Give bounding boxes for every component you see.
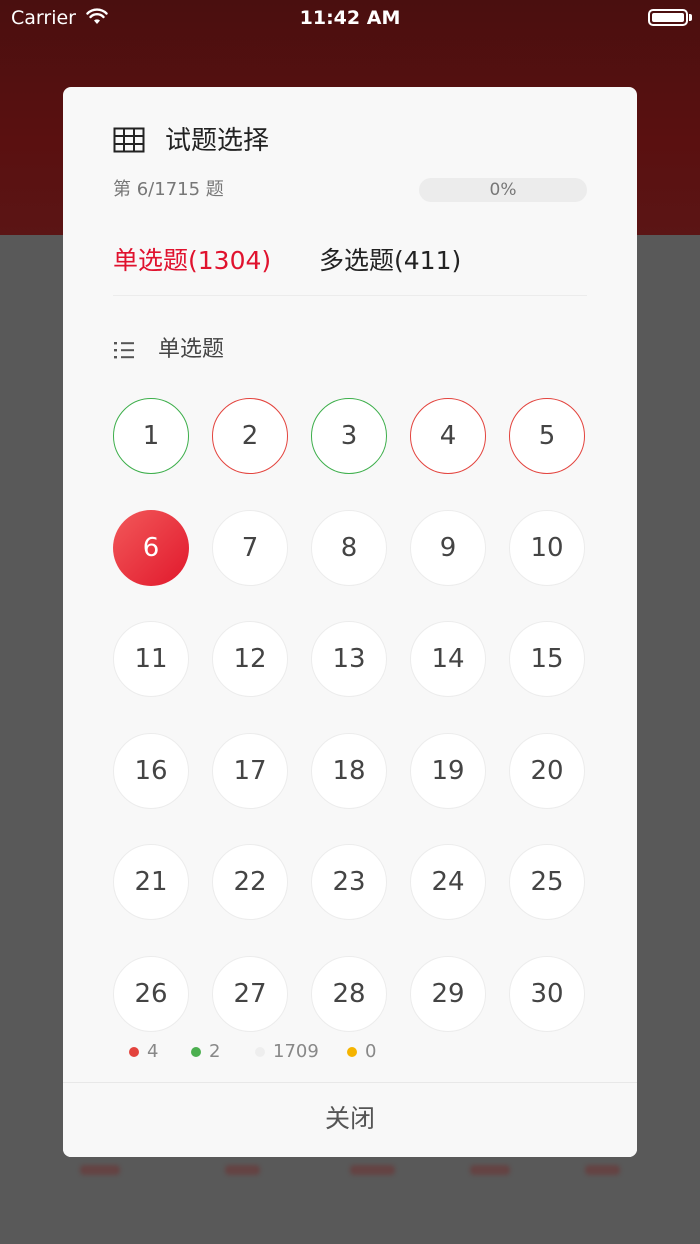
legend-unanswered-count: 1709 xyxy=(273,1041,319,1062)
question-12-button[interactable]: 12 xyxy=(212,621,288,697)
question-20-button[interactable]: 20 xyxy=(509,732,585,809)
background-tabbar-hint xyxy=(0,1157,700,1187)
answer-legend: 4 2 1709 0 xyxy=(129,1038,549,1066)
legend-wrong-count: 4 xyxy=(147,1041,159,1062)
question-25-button[interactable]: 25 xyxy=(509,844,585,920)
question-22-button[interactable]: 22 xyxy=(212,844,288,920)
list-icon xyxy=(114,342,134,359)
progress-text: 第 6/1715 题 xyxy=(113,179,224,200)
question-24-button[interactable]: 24 xyxy=(410,844,486,920)
question-15-button[interactable]: 15 xyxy=(509,621,585,697)
question-9-button[interactable]: 9 xyxy=(410,509,486,586)
tab-single-choice[interactable]: 单选题(1304) xyxy=(113,239,271,283)
legend-dot-unanswered xyxy=(255,1047,265,1057)
battery-tip xyxy=(689,14,692,21)
question-28-button[interactable]: 28 xyxy=(311,955,387,1032)
question-21-button[interactable]: 21 xyxy=(113,844,189,920)
section-title: 单选题 xyxy=(158,337,225,362)
question-8-button[interactable]: 8 xyxy=(311,509,387,586)
question-7-button[interactable]: 7 xyxy=(212,509,288,586)
progress-percent: 0% xyxy=(489,180,517,200)
question-4-button[interactable]: 4 xyxy=(410,398,486,474)
question-30-button[interactable]: 30 xyxy=(509,955,585,1032)
question-type-tabs: 单选题(1304) 多选题(411) xyxy=(113,239,587,296)
question-2-button[interactable]: 2 xyxy=(212,398,288,474)
question-1-button[interactable]: 1 xyxy=(113,398,189,474)
battery-icon xyxy=(648,9,688,26)
tab-multiple-choice[interactable]: 多选题(411) xyxy=(319,239,461,283)
question-13-button[interactable]: 13 xyxy=(311,621,387,697)
progress-row: 第 6/1715 题 0% xyxy=(113,177,587,203)
question-3-button[interactable]: 3 xyxy=(311,398,387,474)
question-19-button[interactable]: 19 xyxy=(410,732,486,809)
question-23-button[interactable]: 23 xyxy=(311,844,387,920)
dialog-footer: 关闭 xyxy=(63,1082,637,1157)
legend-dot-correct xyxy=(191,1047,201,1057)
close-button[interactable]: 关闭 xyxy=(63,1083,637,1157)
dialog-title: 试题选择 xyxy=(165,126,270,156)
grid-icon xyxy=(113,127,145,153)
legend-dot-marked xyxy=(347,1047,357,1057)
legend-correct-count: 2 xyxy=(209,1041,221,1062)
legend-marked-count: 0 xyxy=(365,1041,377,1062)
question-16-button[interactable]: 16 xyxy=(113,732,189,809)
clock: 11:42 AM xyxy=(299,7,401,29)
dialog-header: 试题选择 xyxy=(113,123,593,159)
question-18-button[interactable]: 18 xyxy=(311,732,387,809)
question-5-button[interactable]: 5 xyxy=(509,398,585,474)
question-26-button[interactable]: 26 xyxy=(113,955,189,1032)
question-11-button[interactable]: 11 xyxy=(113,621,189,697)
question-14-button[interactable]: 14 xyxy=(410,621,486,697)
legend-dot-wrong xyxy=(129,1047,139,1057)
question-17-button[interactable]: 17 xyxy=(212,732,288,809)
question-29-button[interactable]: 29 xyxy=(410,955,486,1032)
progress-bar: 0% xyxy=(419,178,587,202)
status-bar: Carrier 11:42 AM xyxy=(0,0,700,36)
question-picker-dialog: 试题选择 第 6/1715 题 0% 单选题(1304) 多选题(411) 单选… xyxy=(63,87,637,1157)
question-6-button[interactable]: 6 xyxy=(113,509,189,586)
question-10-button[interactable]: 10 xyxy=(509,509,585,586)
question-grid: 1 2 3 4 5 6 7 8 9 10 11 12 13 14 15 16 17 18 19 20 21 22 23 24 2… xyxy=(113,398,587,1038)
question-27-button[interactable]: 27 xyxy=(212,955,288,1032)
